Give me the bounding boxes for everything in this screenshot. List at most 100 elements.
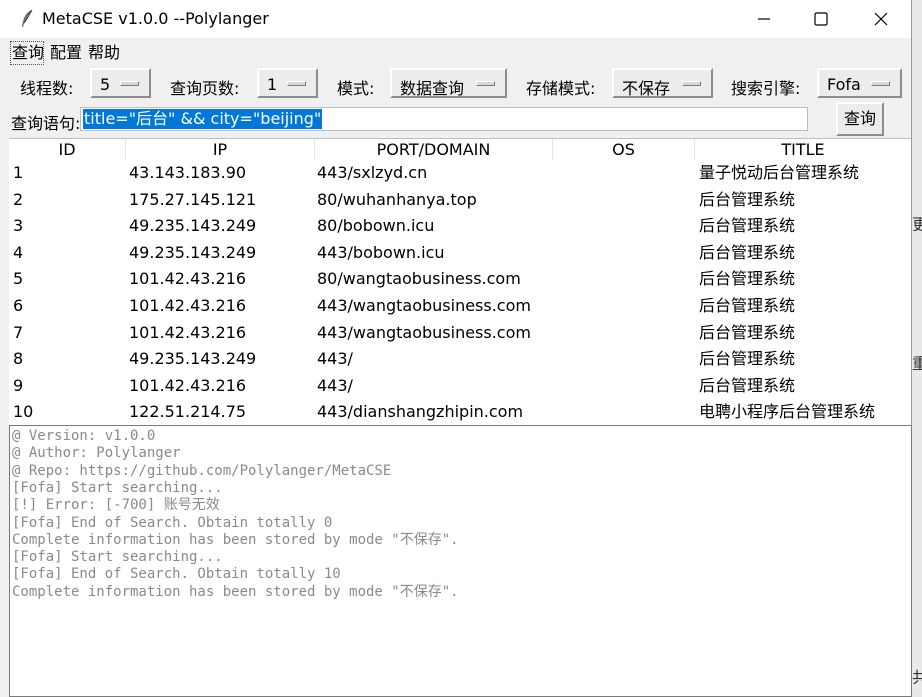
- table-cell-title: 后台管理系统: [699, 322, 796, 342]
- table-row[interactable]: 1 43.143.183.90 443/sxlzyd.cn 量子悦动后台管理系统: [9, 160, 911, 186]
- engine-value: Fofa: [827, 75, 861, 94]
- table-row[interactable]: 2 175.27.145.121 80/wuhanhanya.top 后台管理系统: [9, 187, 911, 213]
- table-cell-port-domain: 443/: [317, 349, 353, 369]
- dropdown-indicator-icon: [682, 81, 701, 86]
- app-window: MetaCSE v1.0.0 --Polylanger 查询 配置 帮助 线程数…: [0, 0, 912, 697]
- table-row[interactable]: 3 49.235.143.249 80/bobown.icu 后台管理系统: [9, 213, 911, 239]
- table-cell-ip: 43.143.183.90: [129, 163, 247, 182]
- table-cell-ip: 101.42.43.216: [129, 322, 247, 342]
- table-cell-port-domain: 80/wuhanhanya.top: [317, 189, 477, 209]
- table-row[interactable]: 6 101.42.43.216 443/wangtaobusiness.com 后台管…: [9, 293, 911, 319]
- pages-value: 1: [267, 75, 278, 94]
- log-line: Complete information has been stored by …: [12, 583, 459, 600]
- table-cell-id: 3: [13, 216, 24, 236]
- log-line: @ Version: v1.0.0: [12, 428, 156, 444]
- table-row[interactable]: 8 49.235.143.249 443/后台管理系统: [9, 346, 911, 372]
- dropdown-indicator-icon: [120, 81, 139, 86]
- menu-config[interactable]: 配置: [48, 41, 82, 65]
- table-cell-title: 量子悦动后台管理系统: [699, 163, 860, 182]
- maximize-button[interactable]: [791, 0, 851, 38]
- table-cell-ip: 101.42.43.216: [129, 296, 247, 315]
- engine-select[interactable]: Fofa: [817, 68, 902, 98]
- log-line: [Fofa] End of Search. Obtain totally 10: [12, 566, 341, 583]
- table-cell-id: 6: [13, 296, 24, 315]
- table-cell-id: 10: [13, 402, 34, 422]
- mode-select[interactable]: 数据查询: [390, 68, 507, 98]
- feather-icon: [20, 9, 34, 29]
- background-window-text: 共: [912, 668, 922, 684]
- mode-value: 数据查询: [400, 79, 465, 98]
- log-line: @ Author: Polylanger: [12, 445, 181, 462]
- log-line: [!] Error: [-700] 账号无效: [12, 497, 220, 514]
- column-header-ip[interactable]: IP: [126, 139, 315, 160]
- table-cell-id: 8: [13, 349, 24, 369]
- table-cell-title: 后台管理系统: [699, 296, 796, 315]
- title-bar[interactable]: MetaCSE v1.0.0 --Polylanger: [0, 0, 911, 38]
- menu-query[interactable]: 查询: [10, 41, 45, 65]
- table-cell-ip: 49.235.143.249: [129, 216, 257, 236]
- table-cell-port-domain: 443/dianshangzhipin.com: [317, 402, 524, 422]
- table-cell-id: 7: [13, 322, 24, 342]
- log-line: [Fofa] Start searching...: [12, 479, 223, 496]
- close-icon: [874, 12, 888, 26]
- log-line: @ Repo: https://github.com/Polylanger/Me…: [12, 462, 392, 479]
- log-line: Complete information has been stored by …: [12, 531, 459, 548]
- table-cell-title: 后台管理系统: [699, 375, 796, 395]
- column-header-os[interactable]: OS: [553, 139, 695, 160]
- table-row[interactable]: 4 49.235.143.249 443/bobown.icu 后台管理系统: [9, 240, 911, 266]
- query-button[interactable]: 查询: [836, 102, 884, 136]
- table-row[interactable]: 10 122.51.214.75 443/dianshangzhipin.com 电聘…: [9, 399, 911, 425]
- dropdown-indicator-icon: [287, 81, 306, 86]
- table-cell-ip: 122.51.214.75: [129, 402, 247, 422]
- table-row[interactable]: 9 101.42.43.216 443/后台管理系统: [9, 373, 911, 399]
- background-window-text: 重: [912, 354, 922, 370]
- engine-label: 搜索引擎:: [731, 79, 801, 98]
- table-cell-ip: 49.235.143.249: [129, 349, 257, 369]
- column-header-port-domain[interactable]: PORT/DOMAIN: [315, 139, 553, 160]
- mode-label: 模式:: [337, 79, 375, 98]
- table-header: ID IP PORT/DOMAIN OS TITLE: [9, 139, 911, 160]
- table-cell-port-domain: 443/sxlzyd.cn: [317, 163, 428, 182]
- query-input-selected-text: title="后台" && city="beijing": [83, 109, 323, 129]
- pages-label: 查询页数:: [170, 79, 240, 98]
- table-cell-ip: 49.235.143.249: [129, 242, 257, 262]
- query-input[interactable]: title="后台" && city="beijing": [80, 107, 808, 131]
- log-console[interactable]: @ Version: v1.0.0 @ Author: Polylanger @ R…: [9, 425, 912, 697]
- table-cell-title: 后台管理系统: [699, 189, 796, 209]
- table-cell-port-domain: 443/: [317, 375, 353, 395]
- close-button[interactable]: [851, 0, 911, 38]
- table-cell-id: 1: [13, 163, 24, 182]
- table-cell-title: 后台管理系统: [699, 269, 796, 289]
- table-cell-title: 后台管理系统: [699, 242, 796, 262]
- dropdown-indicator-icon: [476, 81, 495, 86]
- menu-help[interactable]: 帮助: [86, 41, 120, 65]
- pages-select[interactable]: 1: [257, 68, 318, 98]
- log-line: [Fofa] Start searching...: [12, 549, 223, 566]
- table-cell-title: 后台管理系统: [699, 349, 796, 369]
- minimize-button[interactable]: [734, 0, 794, 38]
- table-row[interactable]: 5 101.42.43.216 80/wangtaobusiness.com 后台管理…: [9, 266, 911, 292]
- table-row[interactable]: 7 101.42.43.216 443/wangtaobusiness.com 后台管…: [9, 320, 911, 346]
- results-table[interactable]: ID IP PORT/DOMAIN OS TITLE 1 43.143.183.9…: [9, 138, 911, 425]
- table-cell-port-domain: 443/bobown.icu: [317, 242, 445, 262]
- window-title: MetaCSE v1.0.0 --Polylanger: [42, 9, 269, 28]
- query-label: 查询语句:: [11, 114, 81, 133]
- column-header-id[interactable]: ID: [9, 139, 126, 160]
- storage-select[interactable]: 不保存: [612, 68, 713, 98]
- table-cell-title: 电聘小程序后台管理系统: [699, 402, 876, 422]
- table-cell-title: 后台管理系统: [699, 216, 796, 236]
- column-header-title[interactable]: TITLE: [695, 139, 911, 160]
- threads-label: 线程数:: [20, 79, 74, 98]
- log-line: [Fofa] End of Search. Obtain totally 0: [12, 514, 333, 531]
- minimize-icon: [758, 18, 770, 20]
- dropdown-indicator-icon: [871, 81, 890, 86]
- storage-value: 不保存: [622, 79, 671, 98]
- table-cell-id: 5: [13, 269, 24, 289]
- table-cell-port-domain: 443/wangtaobusiness.com: [317, 322, 531, 342]
- storage-label: 存储模式:: [526, 79, 596, 98]
- table-cell-id: 2: [13, 189, 24, 209]
- maximize-icon: [814, 12, 828, 26]
- table-cell-id: 9: [13, 375, 24, 395]
- threads-value: 5: [100, 75, 111, 94]
- threads-select[interactable]: 5: [90, 68, 151, 98]
